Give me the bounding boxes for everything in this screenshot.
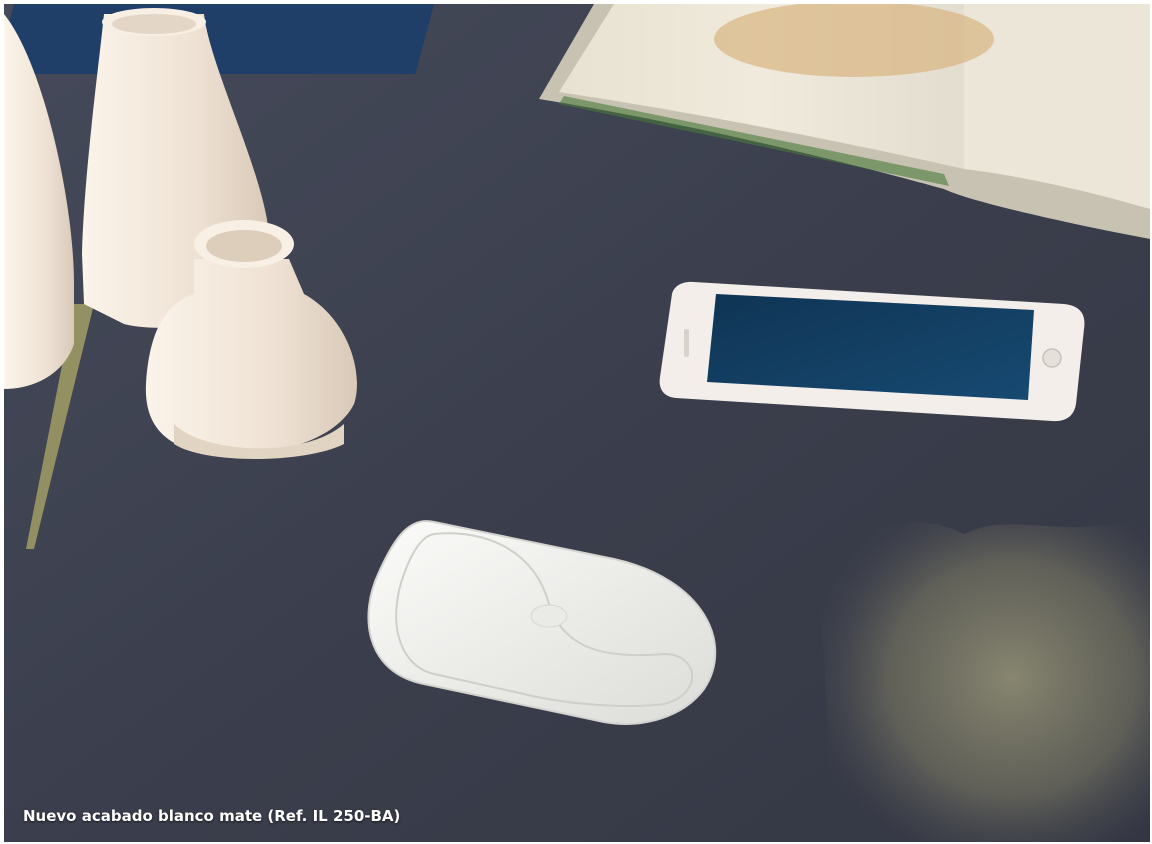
sunlight-patch <box>804 514 1150 842</box>
photo-caption: Nuevo acabado blanco mate (Ref. IL 250-B… <box>23 807 401 825</box>
table-scene <box>4 4 1150 842</box>
product-photo: Nuevo acabado blanco mate (Ref. IL 250-B… <box>4 4 1150 842</box>
blue-object <box>4 4 434 74</box>
smartphone <box>659 281 1085 422</box>
